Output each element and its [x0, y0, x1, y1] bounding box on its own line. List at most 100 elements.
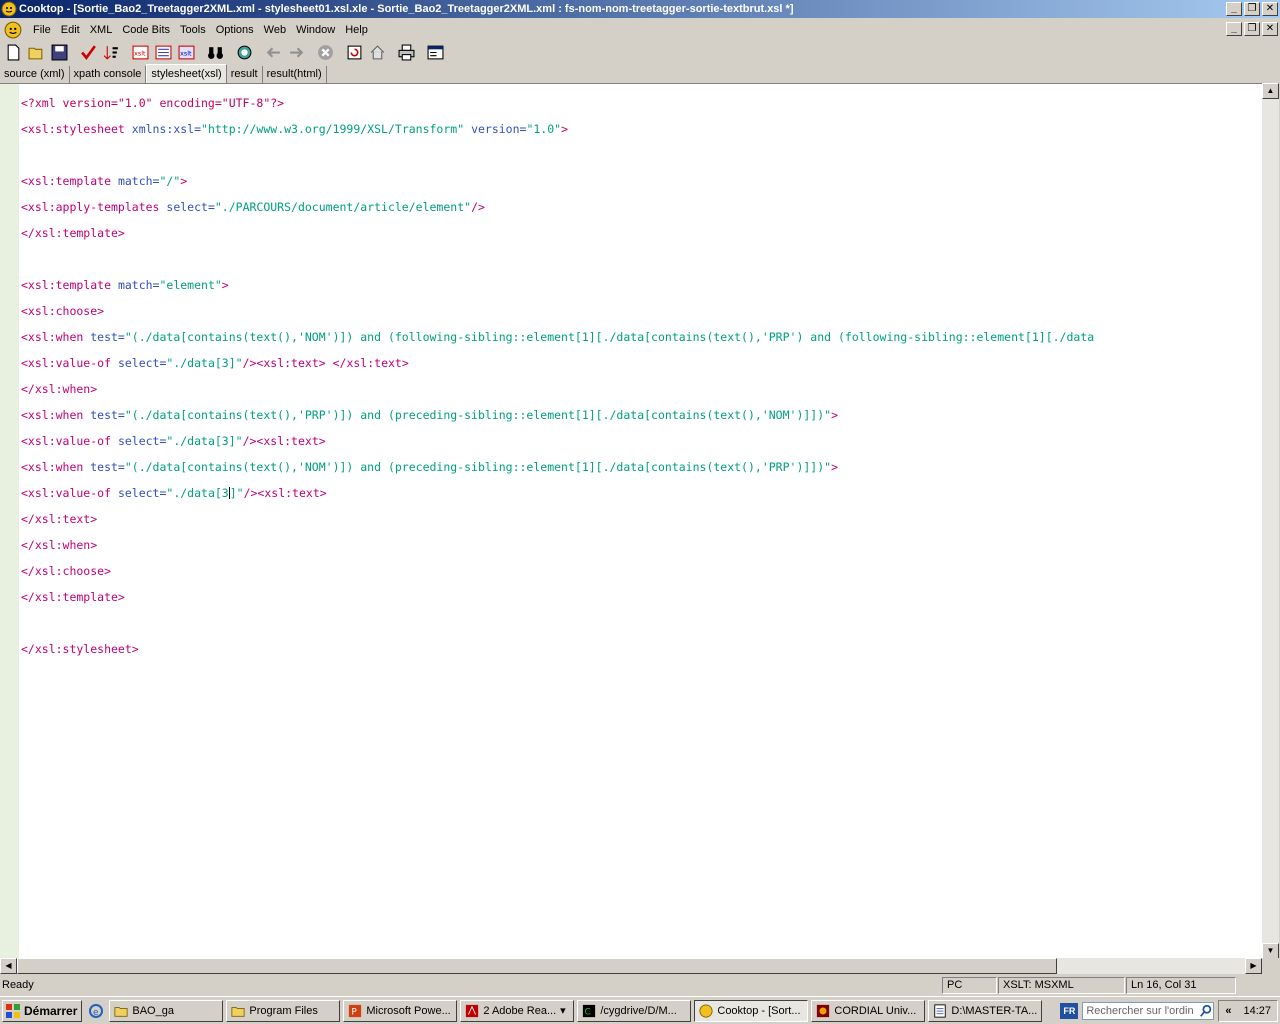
cooktop-icon: [699, 1003, 713, 1018]
window-title: Cooktop - [Sortie_Bao2_Treetagger2XML.xm…: [19, 3, 794, 15]
tab-source-xml[interactable]: source (xml): [0, 66, 70, 83]
child-close-button[interactable]: ✕: [1262, 22, 1278, 36]
menu-file[interactable]: File: [28, 24, 56, 36]
scroll-up-button[interactable]: ▲: [1262, 83, 1279, 99]
menu-window[interactable]: Window: [291, 24, 340, 36]
svg-text:xslt: xslt: [180, 49, 192, 57]
svg-text:C: C: [585, 1007, 591, 1017]
horizontal-scrollbar[interactable]: ◀ ▶: [0, 958, 1262, 974]
new-file-button[interactable]: [2, 41, 24, 63]
close-button[interactable]: ✕: [1262, 2, 1278, 16]
scroll-right-button[interactable]: ▶: [1245, 958, 1262, 974]
binoculars-icon: [207, 46, 223, 59]
status-position: Ln 16, Col 31: [1126, 977, 1236, 994]
child-minimize-button[interactable]: _: [1226, 22, 1242, 36]
stop-button[interactable]: [314, 41, 336, 63]
minimize-button[interactable]: _: [1226, 2, 1242, 16]
tab-xpath-console[interactable]: xpath console: [70, 66, 147, 83]
task-label: /cygdrive/D/M...: [600, 1004, 677, 1017]
start-button[interactable]: Démarrer: [2, 999, 83, 1022]
forward-button[interactable]: [285, 41, 307, 63]
task-label: D:\MASTER-TA...: [951, 1004, 1038, 1017]
xsl-button[interactable]: [152, 41, 174, 63]
task-label: Cooktop - [Sort...: [717, 1004, 801, 1017]
vertical-scrollbar[interactable]: ▲ ▼: [1262, 83, 1279, 959]
tab-stylesheet-xsl[interactable]: stylesheet(xsl): [146, 64, 227, 83]
new-file-icon: [7, 44, 19, 60]
save-button[interactable]: [48, 41, 70, 63]
code-editor[interactable]: <?xml version="1.0" encoding="UTF-8"?> <…: [0, 83, 1262, 959]
xslt-run-button[interactable]: xslt: [175, 41, 197, 63]
print-button[interactable]: [395, 41, 417, 63]
menu-xml[interactable]: XML: [85, 24, 118, 36]
find-button[interactable]: [204, 41, 226, 63]
quicklaunch-ie[interactable]: e: [86, 1001, 106, 1021]
menu-help[interactable]: Help: [340, 24, 373, 36]
clock[interactable]: 14:27: [1243, 1005, 1271, 1017]
open-file-button[interactable]: [25, 41, 47, 63]
browse-button[interactable]: [233, 41, 255, 63]
home-icon: [370, 44, 384, 59]
horizontal-scroll-thumb[interactable]: [17, 958, 1057, 974]
cooktop-app-icon[interactable]: [1, 1, 17, 17]
task-adobe-reader[interactable]: 2 Adobe Rea... ▾: [460, 999, 575, 1022]
task-label: Microsoft Powe...: [366, 1004, 451, 1017]
editor-gutter: [0, 84, 19, 959]
menu-options[interactable]: Options: [211, 24, 259, 36]
svg-text:xslt: xslt: [134, 49, 146, 57]
back-button[interactable]: [262, 41, 284, 63]
menu-code-bits[interactable]: Code Bits: [117, 24, 175, 36]
notepad-icon: [934, 1003, 947, 1018]
home-button[interactable]: [366, 41, 388, 63]
system-tray: FR Rechercher sur l'ordin « 14:27: [1060, 1000, 1278, 1022]
tab-result[interactable]: result: [227, 66, 263, 83]
cordial-icon: [817, 1004, 830, 1017]
task-notepad[interactable]: D:\MASTER-TA...: [928, 999, 1043, 1022]
task-powerpoint[interactable]: P Microsoft Powe...: [343, 999, 458, 1022]
editor-tabs: source (xml) xpath console stylesheet(xs…: [0, 64, 327, 83]
task-cordial[interactable]: CORDIAL Univ...: [811, 999, 926, 1022]
properties-button[interactable]: [424, 41, 446, 63]
title-bar: Cooktop - [Sortie_Bao2_Treetagger2XML.xm…: [0, 0, 1280, 18]
notification-area: « 14:27: [1218, 1000, 1278, 1022]
taskbar: Démarrer e BAO_ga Program Files P Micros…: [0, 996, 1280, 1024]
globe-search-icon: [237, 45, 251, 59]
code-line: <xsl:value-of select="./data[3]"/><xsl:t…: [21, 434, 326, 448]
restore-button[interactable]: ❐: [1244, 2, 1260, 16]
save-icon: [51, 44, 67, 60]
search-placeholder: Rechercher sur l'ordin: [1086, 1005, 1194, 1017]
task-bao-ga[interactable]: BAO_ga: [109, 999, 224, 1022]
tab-result-html[interactable]: result(html): [263, 66, 327, 83]
task-label: BAO_ga: [132, 1004, 174, 1017]
task-program-files[interactable]: Program Files: [226, 999, 341, 1022]
status-engine: XSLT: MSXML: [998, 977, 1125, 994]
search-icon[interactable]: [1199, 1004, 1213, 1018]
document-icon[interactable]: [4, 21, 22, 39]
desktop-search-input[interactable]: Rechercher sur l'ordin: [1082, 1002, 1215, 1020]
xslt-transform-button[interactable]: xslt: [129, 41, 151, 63]
powerpoint-icon: P: [349, 1004, 362, 1017]
menu-web[interactable]: Web: [259, 24, 291, 36]
validate-button[interactable]: [77, 41, 99, 63]
refresh-icon: [347, 45, 361, 59]
code-line: <xsl:when test="(./data[contains(text(),…: [21, 330, 1095, 344]
child-restore-button[interactable]: ❐: [1244, 22, 1260, 36]
code-line: </xsl:template>: [21, 226, 125, 240]
sort-button[interactable]: [100, 41, 122, 63]
folder-icon: [231, 1006, 245, 1017]
task-group-arrow-icon: ▾: [560, 1005, 566, 1017]
language-indicator[interactable]: FR: [1060, 1003, 1079, 1019]
menu-tools[interactable]: Tools: [175, 24, 211, 36]
show-hidden-icons-button[interactable]: «: [1225, 1005, 1231, 1017]
task-cooktop[interactable]: Cooktop - [Sort...: [694, 999, 809, 1022]
scroll-left-button[interactable]: ◀: [0, 958, 17, 974]
task-cygwin[interactable]: C /cygdrive/D/M...: [577, 999, 692, 1022]
xslt-run-icon: xslt: [178, 45, 194, 59]
code-text[interactable]: <?xml version="1.0" encoding="UTF-8"?> <…: [21, 84, 1262, 682]
refresh-button[interactable]: [343, 41, 365, 63]
internet-explorer-icon: e: [89, 1003, 104, 1018]
menu-edit[interactable]: Edit: [56, 24, 85, 36]
scroll-down-button[interactable]: ▼: [1262, 943, 1279, 959]
xslt-icon: xslt: [132, 45, 148, 59]
